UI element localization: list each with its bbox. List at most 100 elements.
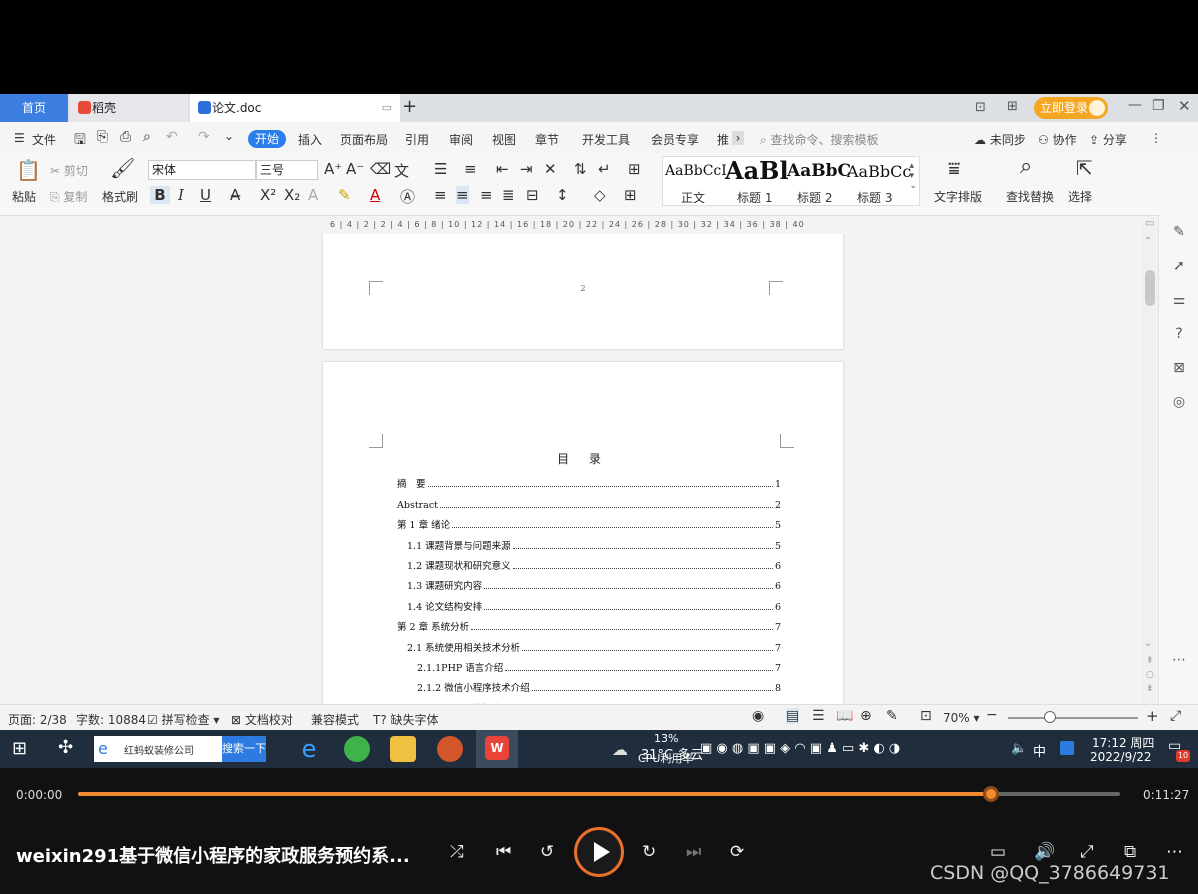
page-indicator[interactable]: 页面: 2/38 — [8, 711, 67, 728]
volume-control-icon[interactable]: 🔊 — [1034, 842, 1055, 862]
chinese-layout-icon[interactable]: ✕ — [544, 160, 557, 178]
italic-icon[interactable]: I — [178, 186, 184, 204]
document-canvas[interactable]: 2 目 录 摘 要 1 Abstract 2 第 1 章 绪论 5 1.1 课题背景与问题来… — [0, 234, 1140, 704]
sync-status[interactable]: ☁ 未同步 — [974, 131, 1026, 148]
minimize-icon[interactable]: — — [1128, 97, 1142, 113]
missing-font-button[interactable]: T? 缺失字体 — [373, 711, 439, 728]
previous-icon[interactable]: ⏮ — [496, 842, 511, 862]
format-painter-icon[interactable]: 🖌 — [110, 156, 135, 180]
cut-button[interactable]: ✂ 剪切 — [50, 162, 88, 179]
shading-icon[interactable]: ◇ — [594, 186, 606, 204]
toc-entry[interactable]: 2.1.1PHP 语言介绍 7 — [397, 654, 781, 674]
toc-entry[interactable]: 摘 要 1 — [397, 470, 781, 490]
char-border-icon[interactable]: Ⓐ — [400, 186, 415, 207]
subtitle-icon[interactable]: ▭ — [990, 842, 1006, 862]
toc-entry[interactable]: 1.3 课题研究内容 6 — [397, 572, 781, 592]
menu-scroll-right-icon[interactable]: › — [732, 131, 744, 145]
phonetic-icon[interactable]: 文 — [394, 160, 409, 181]
font-size-select[interactable]: 三号 — [256, 160, 318, 180]
table-tools-icon[interactable]: ⊞ — [628, 160, 641, 178]
play-button[interactable] — [574, 827, 624, 877]
eye-protect-icon[interactable]: ◉ — [752, 708, 764, 724]
highlight-icon[interactable]: ✎ — [338, 186, 351, 204]
rewind-icon[interactable]: ↺ — [540, 842, 554, 862]
select-cursor-icon[interactable]: ⇱ — [1076, 156, 1093, 180]
align-left-icon[interactable]: ≡ — [434, 186, 447, 204]
qq-icon[interactable] — [1060, 741, 1074, 755]
collab-button[interactable]: ⚇ 协作 — [1038, 131, 1077, 148]
text-effect-icon[interactable]: A — [308, 186, 318, 204]
menu-references[interactable]: 引用 — [405, 131, 429, 148]
tray-app-icons[interactable]: ▣ ◉ ◍ ▣ ▣ ◈ ◠ ▣ ♟ ▭ ✱ ◐ ◑ — [700, 741, 900, 756]
scroll-down-arrow-icon[interactable]: ⌄ — [1144, 638, 1152, 649]
command-search[interactable]: ⌕ 查找命令、搜索模板 — [760, 131, 879, 148]
hamburger-icon[interactable]: ☰ — [14, 131, 25, 145]
shuffle-icon[interactable]: ⤮ — [450, 842, 464, 862]
font-name-select[interactable]: 宋体 — [148, 160, 256, 180]
increase-indent-icon[interactable]: ⇥ — [520, 160, 533, 178]
toc-entry[interactable]: 2.1 系统使用相关技术分析 7 — [397, 633, 781, 654]
adjust-icon[interactable]: ⚌ — [1170, 292, 1188, 310]
zoom-level[interactable]: 70% ▾ — [943, 711, 980, 725]
menu-view[interactable]: 视图 — [492, 131, 516, 148]
ime-indicator[interactable]: 中 — [1033, 741, 1046, 760]
menu-insert[interactable]: 插入 — [298, 131, 322, 148]
copy-button[interactable]: ⎘ 复制 — [50, 188, 87, 205]
select-browse-icon[interactable]: ○ — [1146, 670, 1154, 680]
menu-recommend[interactable]: 推 — [717, 131, 729, 148]
preview-icon[interactable]: ⌕ — [143, 129, 151, 145]
restore-icon[interactable]: ❐ — [1152, 98, 1165, 114]
expand-icon[interactable]: ⤢ — [1080, 842, 1094, 862]
strikethrough-icon[interactable]: A̶ — [230, 186, 240, 204]
browser-360-icon[interactable] — [344, 736, 370, 762]
login-button[interactable]: 立即登录 — [1034, 97, 1108, 119]
zoom-in-icon[interactable]: + — [1146, 707, 1159, 725]
tab-monitor-icon[interactable]: ▭ — [382, 94, 392, 122]
style-normal-preview[interactable]: AaBbCcI — [665, 163, 727, 179]
volume-icon[interactable]: 🔈 — [1011, 741, 1027, 756]
pip-icon[interactable]: ⧉ — [1124, 842, 1136, 862]
menu-chapter[interactable]: 章节 — [535, 131, 559, 148]
toc-entry[interactable]: 第 2 章 系统分析 7 — [397, 613, 781, 633]
forward-icon[interactable]: ↻ — [642, 842, 656, 862]
more-options-icon[interactable]: ⋮ — [1150, 131, 1162, 145]
paste-button[interactable]: 粘贴 — [12, 188, 36, 205]
wps-taskbar-item[interactable]: W — [476, 730, 518, 768]
gallery-scroll-icon[interactable]: ▴ ▾ ⌄ — [909, 161, 917, 191]
export-icon[interactable]: ⎘ — [97, 129, 108, 145]
share-button[interactable]: ⇪ 分享 — [1089, 131, 1127, 148]
help-icon[interactable]: ? — [1170, 326, 1188, 344]
toc-entry[interactable]: 2.1.3Mysql 数据库8 — [397, 694, 781, 705]
style-h1-preview[interactable]: AaBl — [725, 156, 789, 185]
menu-developer[interactable]: 开发工具 — [582, 131, 630, 148]
write-view-icon[interactable]: ✎ — [886, 708, 898, 724]
menu-start[interactable]: 开始 — [248, 130, 286, 148]
close-icon[interactable]: ✕ — [1178, 97, 1191, 115]
underline-icon[interactable]: U — [200, 186, 211, 204]
spell-check-button[interactable]: ☑ 拼写检查 ▾ — [147, 711, 219, 728]
style-h1-label[interactable]: 标题 1 — [737, 189, 772, 206]
clock-date[interactable]: 2022/9/22 — [1090, 750, 1152, 764]
save-icon[interactable]: 🖫 — [74, 129, 86, 153]
add-tab-icon[interactable]: + — [402, 96, 417, 117]
print-icon[interactable]: ⎙ — [120, 129, 131, 145]
superscript-icon[interactable]: X² — [260, 186, 276, 204]
page-view-icon[interactable]: ▤ — [786, 708, 800, 724]
align-right-icon[interactable]: ≡ — [480, 186, 493, 204]
justify-icon[interactable]: ≣ — [502, 186, 515, 204]
style-h3-label[interactable]: 标题 3 — [857, 189, 892, 206]
web-view-icon[interactable]: ⊕ — [860, 708, 872, 724]
word-count[interactable]: 字数: 10884 — [76, 711, 146, 728]
clock-time[interactable]: 17:12 周四 — [1092, 734, 1154, 751]
apps-grid-icon[interactable]: ⊞ — [1007, 99, 1018, 114]
prev-page-icon[interactable]: ⇞ — [1146, 656, 1154, 666]
tab-home[interactable]: 首页 — [0, 94, 68, 122]
scroll-up-icon[interactable]: ▭ — [1145, 218, 1154, 229]
grow-font-icon[interactable]: A⁺ — [324, 160, 342, 178]
tab-daoke[interactable]: 稻壳 — [70, 94, 188, 122]
clear-format-icon[interactable]: ⌫ — [370, 160, 391, 178]
align-center-icon[interactable]: ≡ — [456, 186, 469, 204]
style-h3-preview[interactable]: AaBbCc — [847, 162, 911, 181]
file-explorer-icon[interactable] — [390, 736, 416, 762]
numbered-list-icon[interactable]: ≡ — [464, 160, 477, 178]
